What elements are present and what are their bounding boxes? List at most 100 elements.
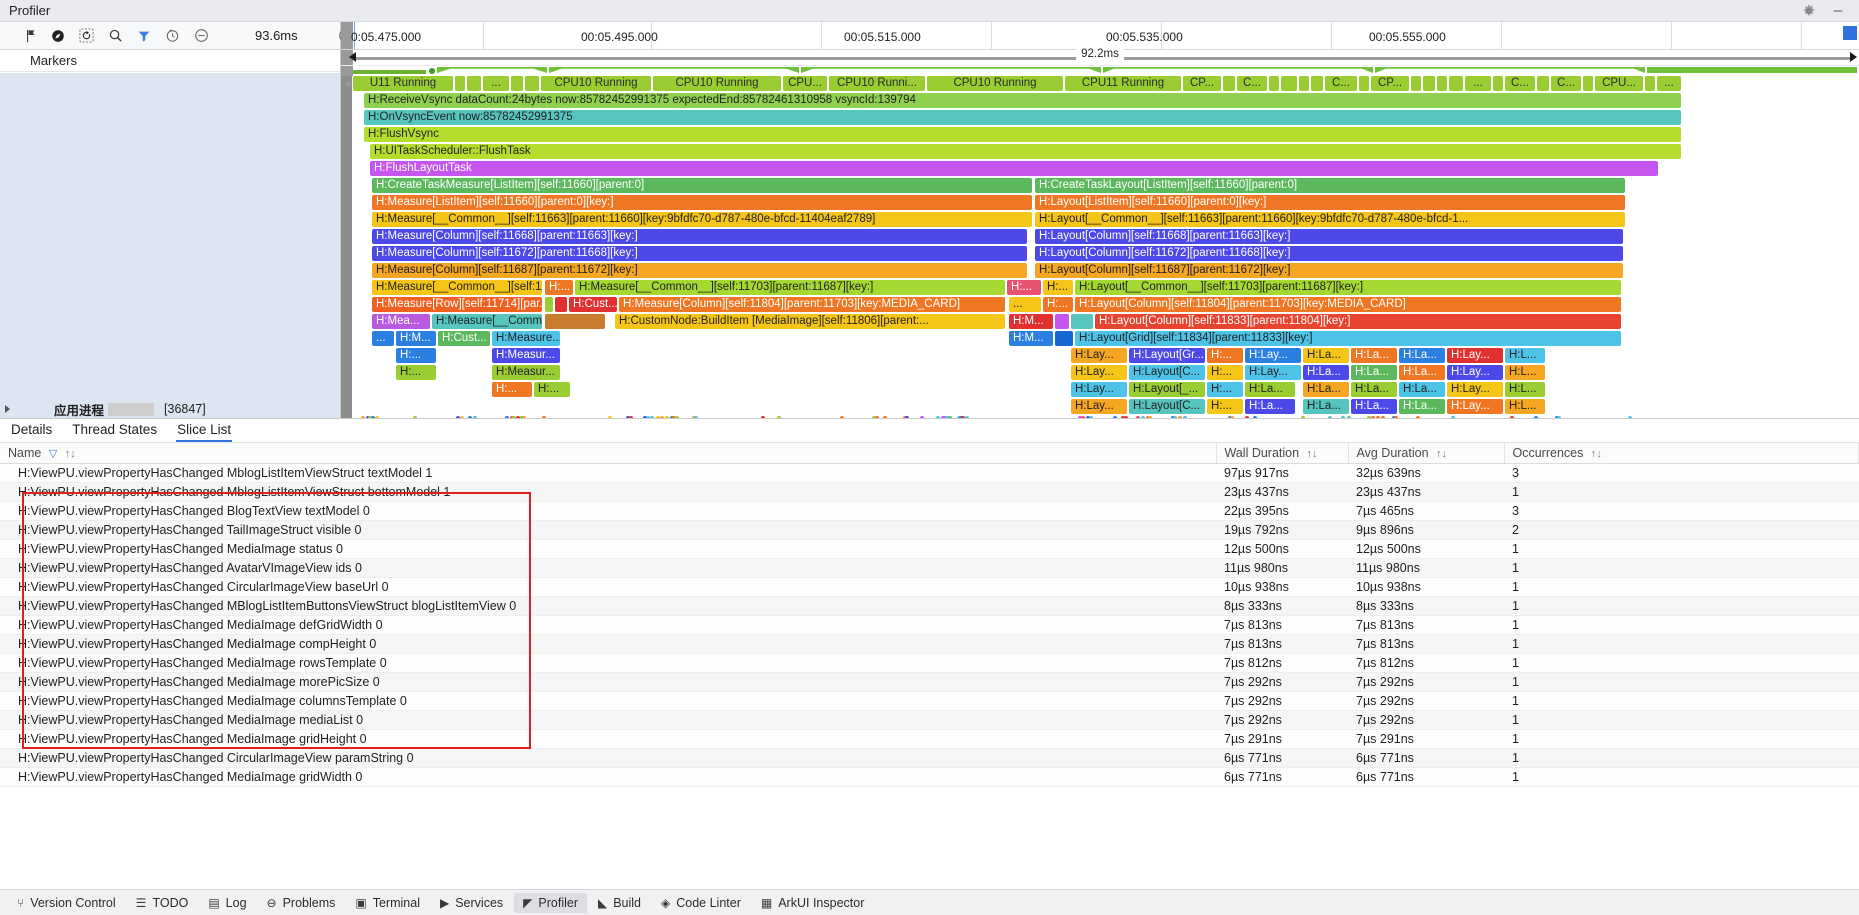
flame-block[interactable]: H:CustomNode:BuildItem [MediaImage][self… [615,314,1005,329]
cpu-state-row[interactable]: ★ U11 Running... CPU10 Running CPU10 Runni… [341,76,1859,93]
cpu-state-block[interactable]: ... [1657,76,1681,91]
flame-block[interactable]: H:Measure[Column][self:11668][parent:116… [372,229,1027,244]
flame-block[interactable]: H:Lay... [1071,399,1127,414]
table-row[interactable]: H:ViewPU.viewPropertyHasChanged TailImag… [0,520,1859,540]
flame-block[interactable]: H:Lay... [1447,348,1503,363]
flame-block[interactable] [555,297,567,312]
flame-block[interactable]: H:La... [1351,399,1397,414]
flame-block[interactable]: H:Layout[Gr... [1129,348,1205,363]
column-header-name[interactable]: Name ▽ ↑↓ [0,443,1217,464]
cpu-state-block[interactable] [1583,76,1593,91]
cpu-state-block[interactable] [1281,76,1297,91]
status-item-terminal[interactable]: ▣ Terminal [346,893,429,913]
flame-block[interactable]: H:L... [1505,382,1545,397]
flame-block[interactable]: H:Layout[ListItem][self:11660][parent:0]… [1035,195,1625,210]
flame-block[interactable]: H:L... [1505,348,1545,363]
flame-block[interactable]: H:Layout[Column][self:11687][parent:1167… [1035,263,1623,278]
cpu-state-block[interactable] [1449,76,1463,91]
flame-block[interactable]: H:Layout[Column][self:11833][parent:1180… [1095,314,1621,329]
table-row[interactable]: H:ViewPU.viewPropertyHasChanged MediaIma… [0,691,1859,711]
flame-block[interactable]: H:... [1207,348,1243,363]
flame-block[interactable]: H:Lay... [1071,365,1127,380]
flame-block[interactable]: H:Measure[Column][self:11672][parent:116… [372,246,1027,261]
flame-block[interactable]: H:Measure[Row][self:11714][par... [372,297,542,312]
flame-block[interactable]: H:Layout[__Common__][self:11703][parent:… [1075,280,1621,295]
search-icon[interactable] [108,28,123,43]
navigate-icon[interactable] [51,29,65,43]
table-row[interactable]: H:ViewPU.viewPropertyHasChanged MblogLis… [0,482,1859,502]
flame-block[interactable]: H:Lay... [1245,348,1301,363]
table-row[interactable]: H:ViewPU.viewPropertyHasChanged MediaIma… [0,729,1859,749]
flame-block[interactable]: H:Lay... [1447,365,1503,380]
refresh-select-icon[interactable] [79,28,94,43]
flame-block[interactable] [545,297,553,312]
time-ruler[interactable]: 0:05.475.000 00:05.495.000 00:05.515.000… [341,22,1859,50]
cpu-state-block[interactable] [511,76,523,91]
flame-block[interactable]: H:La... [1351,382,1397,397]
reset-clock-icon[interactable] [165,28,180,43]
cpu-state-block[interactable] [1423,76,1435,91]
sort-icon[interactable]: ↑↓ [1436,448,1447,460]
flame-block[interactable]: H:Measure[__Commo... [432,314,542,329]
flame-block[interactable] [1055,314,1069,329]
flame-block[interactable]: ... [372,331,394,346]
status-item-version-control[interactable]: ⑂ Version Control [8,893,125,913]
cpu-state-block[interactable]: U11 Running [353,76,453,91]
flame-block[interactable] [545,314,605,329]
flame-block[interactable]: H:... [1043,297,1073,312]
flame-block[interactable]: H:Measure[Column][self:11687][parent:116… [372,263,1027,278]
cpu-state-block[interactable] [1537,76,1549,91]
flame-block[interactable]: H:Layout[C... [1129,399,1205,414]
flame-block[interactable]: H:La... [1303,399,1349,414]
table-row[interactable]: H:ViewPU.viewPropertyHasChanged MediaIma… [0,767,1859,787]
tab-thread-states[interactable]: Thread States [71,420,158,441]
table-row[interactable]: H:ViewPU.viewPropertyHasChanged MediaIma… [0,710,1859,730]
column-header-avg-duration[interactable]: Avg Duration ↑↓ [1348,443,1505,464]
cpu-state-block[interactable]: ... [483,76,509,91]
flame-block[interactable]: H:Measure[__Common__][self:11... [372,280,542,295]
flame-block[interactable]: H:... [545,280,573,295]
cpu-state-block[interactable] [1359,76,1369,91]
sort-icon[interactable]: ↑↓ [1591,448,1602,460]
flame-block[interactable]: H:La... [1245,399,1295,414]
flame-block[interactable]: H:Layout[C... [1129,365,1205,380]
cpu-state-block[interactable]: ... [1465,76,1491,91]
flame-block[interactable]: H:La... [1399,365,1445,380]
flame-block[interactable]: H:La... [1351,348,1397,363]
sort-icon[interactable]: ↑↓ [65,448,76,460]
flame-block[interactable]: H:... [492,382,532,397]
flame-block[interactable]: H:La... [1303,382,1349,397]
status-item-log[interactable]: ▤ Log [199,893,255,913]
table-row[interactable]: H:ViewPU.viewPropertyHasChanged Circular… [0,748,1859,768]
status-item-arkui-inspector[interactable]: ▦ ArkUI Inspector [752,893,873,913]
flame-block[interactable]: H:Layout[Column][self:11668][parent:1166… [1035,229,1623,244]
flame-block[interactable]: H:Measure... [492,331,560,346]
flame-block[interactable]: H:Measur... [492,348,560,363]
tab-slice-list[interactable]: Slice List [176,420,233,442]
cpu-state-block[interactable]: CPU10 Running [541,76,651,91]
flame-block[interactable]: H:ReceiveVsync dataCount:24bytes now:857… [364,93,1681,108]
cpu-state-block[interactable]: CPU10 Running [927,76,1063,91]
flame-block[interactable]: H:La... [1399,382,1445,397]
cpu-state-block[interactable] [1645,76,1655,91]
flame-block[interactable]: H:Layout[Grid][self:11834][parent:11833]… [1075,331,1621,346]
gear-icon[interactable] [1801,3,1816,18]
flame-block[interactable]: H:Measur... [492,365,560,380]
flame-block[interactable]: H:... [1207,399,1243,414]
flame-chart[interactable]: ★ U11 Running... CPU10 Running CPU10 Runni… [341,76,1859,420]
flame-block[interactable]: H:... [396,348,436,363]
cpu-state-block[interactable]: CPU11 Running [1065,76,1181,91]
flame-block[interactable]: H:Layout[_... [1129,382,1205,397]
cpu-state-block[interactable] [1299,76,1309,91]
cpu-state-block[interactable]: CPU10 Running [653,76,781,91]
flame-block[interactable]: H:La... [1399,399,1445,414]
flame-block[interactable]: H:Lay... [1071,382,1127,397]
cpu-state-block[interactable] [455,76,465,91]
minimize-icon[interactable] [1830,3,1845,18]
table-row[interactable]: H:ViewPU.viewPropertyHasChanged MblogLis… [0,463,1859,483]
flame-block[interactable]: H:... [1043,280,1073,295]
status-item-profiler[interactable]: ◤ Profiler [514,892,587,913]
status-item-problems[interactable]: ⊖ Problems [258,893,345,913]
status-bar[interactable]: ⑂ Version Control ☰ TODO ▤ Log ⊖ Problems ▣ Termi… [0,889,1859,915]
process-row[interactable]: 应用进程 [36847] [0,398,340,420]
